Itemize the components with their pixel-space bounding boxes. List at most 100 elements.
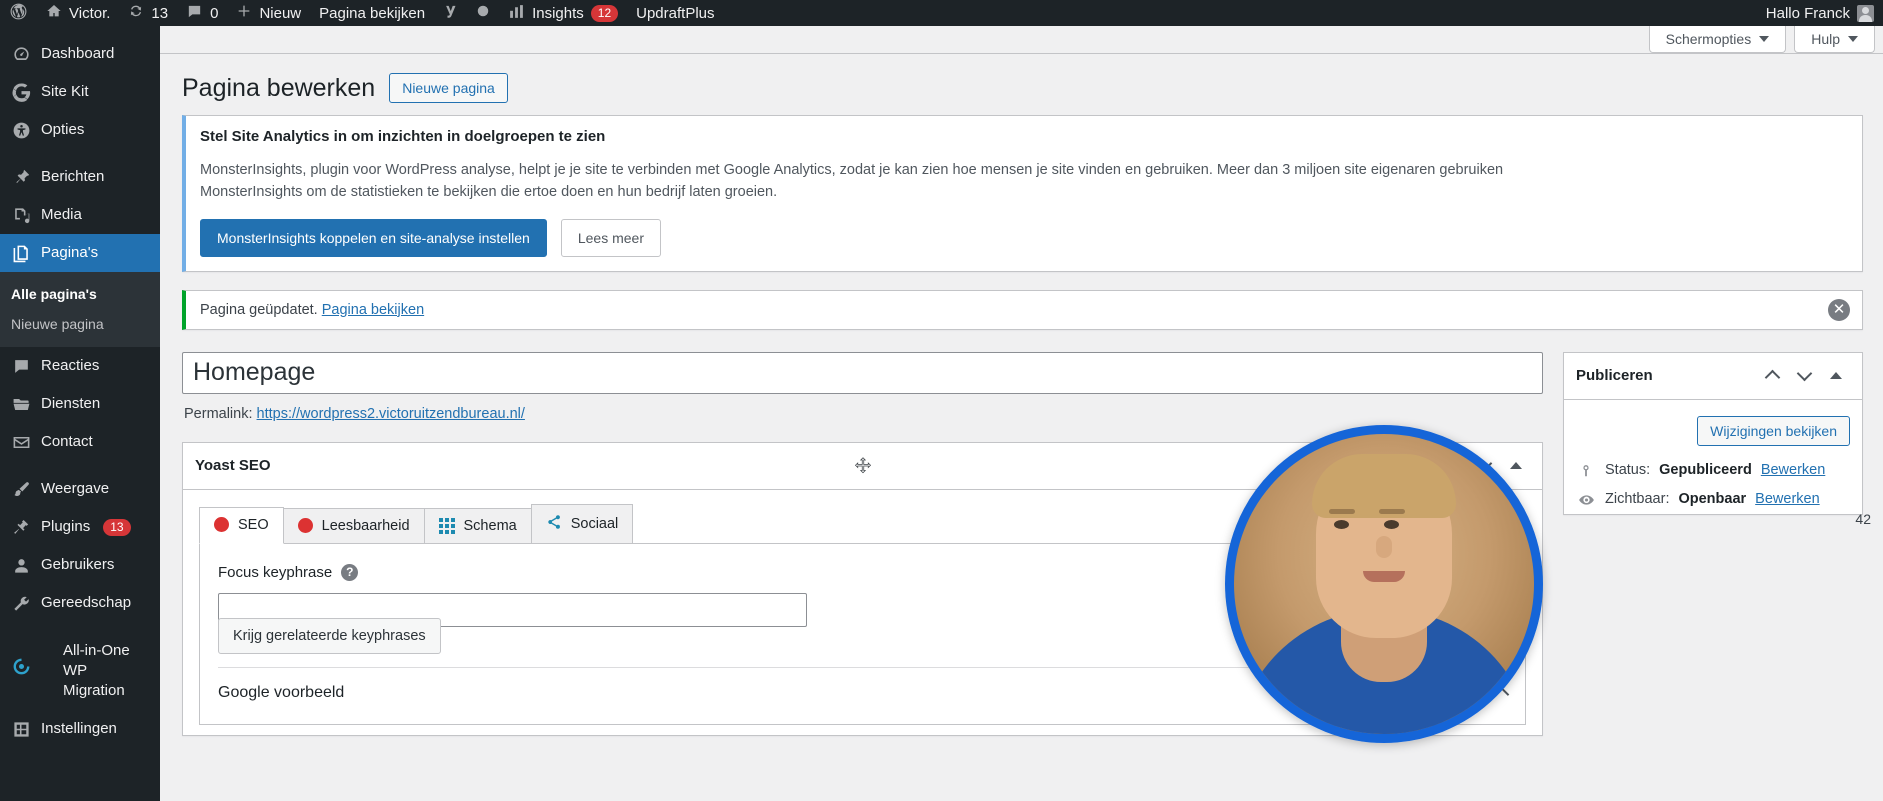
- webcam-mouth: [1363, 571, 1405, 582]
- dashboard-icon: [11, 44, 31, 64]
- add-new-page-button[interactable]: Nieuwe pagina: [389, 73, 508, 103]
- publish-box-header[interactable]: Publiceren: [1564, 353, 1862, 400]
- post-visibility-row: Zichtbaar: Openbaar Bewerken: [1576, 485, 1850, 514]
- tab-label: Leesbaarheid: [322, 518, 410, 534]
- submenu-item-nieuwe-pagina[interactable]: Nieuwe pagina: [0, 309, 160, 339]
- webcam-video-overlay[interactable]: [1225, 425, 1543, 743]
- screen-options-tab[interactable]: Schermopties: [1649, 26, 1787, 53]
- pin-icon: [11, 167, 31, 187]
- sidebar-item-dashboard[interactable]: Dashboard: [0, 35, 160, 73]
- sidebar-item-gebruikers[interactable]: Gebruikers: [0, 546, 160, 584]
- webcam-brow-left: [1329, 509, 1355, 514]
- submenu-label: Alle pagina's: [11, 286, 97, 302]
- sidebar-label: Gereedschap: [41, 593, 131, 613]
- dismiss-notice-button[interactable]: ✕: [1828, 299, 1850, 321]
- submenu-item-alle-paginas[interactable]: Alle pagina's: [0, 279, 160, 309]
- menu-spacer-top: [0, 26, 160, 35]
- accessibility-icon: [11, 120, 31, 140]
- sidebar-label: Berichten: [41, 167, 104, 187]
- yoast-seo-menu[interactable]: [434, 0, 467, 26]
- status-prefix: Status:: [1605, 462, 1650, 478]
- comments-menu[interactable]: 0: [177, 0, 227, 26]
- my-account-menu[interactable]: Hallo Franck: [1757, 0, 1883, 26]
- tab-leesbaarheid[interactable]: Leesbaarheid: [283, 508, 425, 543]
- sidebar-item-media[interactable]: Media: [0, 196, 160, 234]
- view-page-link[interactable]: Pagina bekijken: [310, 0, 434, 26]
- sidebar-item-paginas[interactable]: Pagina's: [0, 234, 160, 272]
- tab-sociaal[interactable]: Sociaal: [531, 504, 634, 543]
- tab-seo[interactable]: SEO: [199, 507, 284, 544]
- menu-separator-1: [0, 149, 160, 158]
- help-icon[interactable]: ?: [341, 564, 358, 581]
- edit-status-link[interactable]: Bewerken: [1761, 462, 1825, 478]
- preview-changes-button[interactable]: Wijzigingen bekijken: [1697, 416, 1850, 446]
- updates-menu[interactable]: 13: [119, 0, 177, 26]
- sidebar-item-site-kit[interactable]: Site Kit: [0, 73, 160, 111]
- move-cursor-icon: [854, 457, 872, 475]
- webcam-nose: [1376, 536, 1392, 558]
- paginas-submenu: Alle pagina's Nieuwe pagina: [0, 272, 160, 347]
- admin-bar: Victor. 13 0 Nieuw Pagina bekijken: [0, 0, 1883, 26]
- toggle-panel-button[interactable]: [1502, 453, 1530, 479]
- screen-meta-links: Schermopties Hulp: [160, 26, 1883, 54]
- sidebar-item-contact[interactable]: Contact: [0, 423, 160, 461]
- sidebar-item-berichten[interactable]: Berichten: [0, 158, 160, 196]
- sidebar-label: Dashboard: [41, 44, 114, 64]
- submenu-label: Nieuwe pagina: [11, 316, 104, 332]
- folder-icon: [11, 394, 31, 414]
- view-page-link[interactable]: Pagina bekijken: [322, 302, 424, 318]
- move-up-button[interactable]: [1758, 363, 1786, 389]
- page-updated-notice: Pagina geüpdatet. Pagina bekijken ✕: [182, 290, 1863, 330]
- insights-menu[interactable]: Insights 12: [499, 0, 627, 26]
- circle-icon: [476, 4, 490, 22]
- sidebar-item-gereedschap[interactable]: Gereedschap: [0, 584, 160, 622]
- notice-actions: MonsterInsights koppelen en site-analyse…: [200, 219, 1848, 257]
- sidebar-label: Instellingen: [41, 719, 117, 739]
- move-down-button[interactable]: [1790, 363, 1818, 389]
- help-tab[interactable]: Hulp: [1794, 26, 1875, 53]
- admin-content: Schermopties Hulp Pagina bewerken Nieuwe…: [160, 26, 1883, 801]
- learn-more-button[interactable]: Lees meer: [561, 219, 661, 257]
- plus-icon: [236, 3, 252, 23]
- tab-schema[interactable]: Schema: [424, 508, 532, 543]
- tab-label: Schema: [464, 518, 517, 534]
- plug-icon: [11, 517, 31, 537]
- sidebar-item-instellingen[interactable]: Instellingen: [0, 710, 160, 748]
- sidebar-item-plugins[interactable]: Plugins 13: [0, 508, 160, 546]
- plugins-update-badge: 13: [103, 519, 130, 536]
- updraftplus-menu[interactable]: UpdraftPlus: [627, 0, 723, 26]
- site-name-menu[interactable]: Victor.: [37, 0, 119, 26]
- post-title-input[interactable]: [182, 352, 1543, 394]
- user-icon: [11, 555, 31, 575]
- media-icon: [11, 205, 31, 225]
- chevron-down-icon: [1848, 36, 1858, 42]
- red-bullet-icon: [298, 518, 313, 533]
- sidebar-item-all-in-one-wp-migration[interactable]: All-in-One WP Migration: [0, 622, 160, 710]
- eye-icon: [1576, 491, 1596, 508]
- sidebar-item-weergave[interactable]: Weergave: [0, 470, 160, 508]
- admin-menu: Dashboard Site Kit Opties Berichten: [0, 26, 160, 801]
- wp-logo-menu[interactable]: [0, 0, 37, 26]
- bar-chart-icon: [508, 3, 525, 24]
- sidebar-label: Contact: [41, 432, 93, 452]
- red-bullet-icon: [214, 517, 229, 532]
- updates-count: 13: [151, 5, 168, 22]
- google-preview-label: Google voorbeeld: [218, 684, 344, 702]
- sidebar-label: Reacties: [41, 356, 99, 376]
- edit-visibility-link[interactable]: Bewerken: [1755, 491, 1819, 507]
- notice-body: MonsterInsights, plugin voor WordPress a…: [200, 159, 1540, 203]
- sidebar-item-diensten[interactable]: Diensten: [0, 385, 160, 423]
- sidebar-item-reacties[interactable]: Reacties: [0, 347, 160, 385]
- wordpress-icon: [9, 2, 28, 25]
- account-greeting: Hallo Franck: [1766, 5, 1850, 22]
- new-content-menu[interactable]: Nieuw: [227, 0, 310, 26]
- permalink-url[interactable]: https://wordpress2.victoruitzendbureau.n…: [257, 406, 525, 422]
- toggle-panel-button[interactable]: [1822, 363, 1850, 389]
- seo-score-indicator[interactable]: [467, 0, 499, 26]
- sidebar-item-opties[interactable]: Opties: [0, 111, 160, 149]
- yoast-box-title: Yoast SEO: [195, 457, 271, 474]
- related-keyphrases-button[interactable]: Krijg gerelateerde keyphrases: [218, 618, 441, 654]
- connect-monsterinsights-button[interactable]: MonsterInsights koppelen en site-analyse…: [200, 219, 547, 257]
- new-content-label: Nieuw: [259, 5, 301, 22]
- insights-badge: 12: [591, 5, 618, 22]
